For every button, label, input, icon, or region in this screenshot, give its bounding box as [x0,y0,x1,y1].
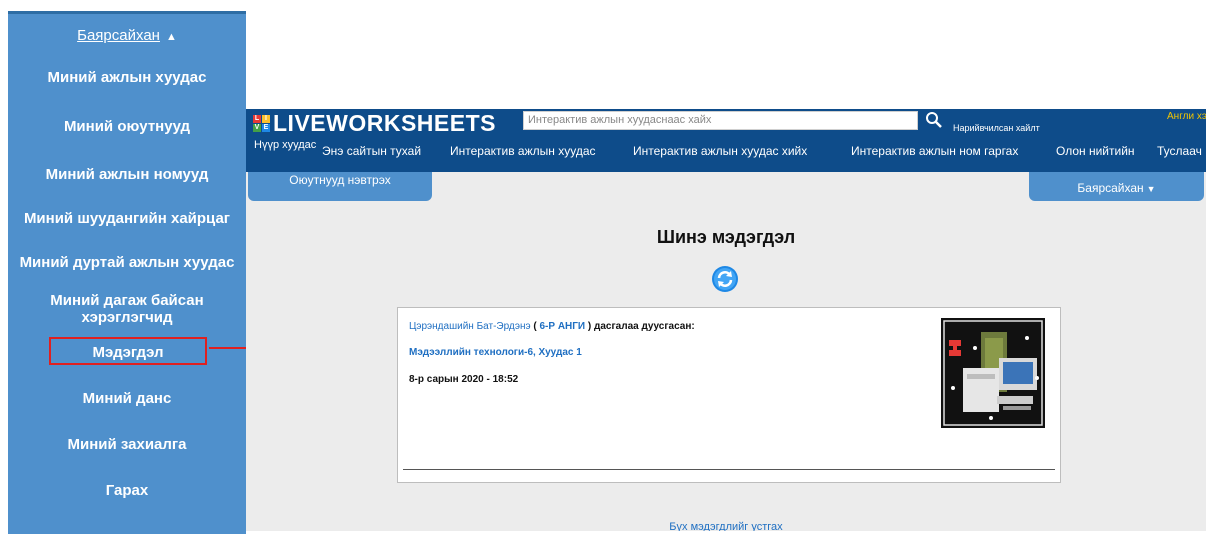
liveworksheets-page: L I V E LIVEWORKSHEETS Интерактив ажлын … [246,109,1206,531]
language-selector[interactable]: Англи хэл [1167,111,1206,122]
worksheet-thumbnail[interactable] [941,318,1045,428]
site-header: L I V E LIVEWORKSHEETS Интерактив ажлын … [246,109,1206,172]
menu-logout[interactable]: Гарах [8,482,246,499]
logo-text: LIVEWORKSHEETS [273,109,496,136]
user-tab-name: Баярсайхан [1077,181,1144,195]
nav-help[interactable]: Туслаач [1157,144,1202,158]
caret-up-icon: ▲ [165,31,177,43]
menu-my-workbooks[interactable]: Миний ажлын номууд [8,166,246,183]
nav-about[interactable]: Энэ сайтын тухай [322,144,421,158]
menu-favorite-worksheets[interactable]: Миний дуртай ажлын хуудас [8,254,246,271]
nav-make-worksheets[interactable]: Интерактив ажлын хуудас хийх [633,144,807,158]
nav-home[interactable]: Нүүр хуудас [254,140,316,151]
delete-all-notifications-link[interactable]: Бүх мэдэгдлийг устгах [246,521,1206,531]
menu-my-subscription[interactable]: Миний захиалга [8,436,246,453]
caret-down-icon: ▼ [1146,184,1156,194]
logo-letter: L [253,114,261,123]
students-login-tab[interactable]: Оюутнууд нэвтрэх [248,172,432,201]
menu-my-mailbox[interactable]: Миний шуудангийн хайрцаг [8,210,246,227]
notification-summary: Цэрэндашийн Бат-Эрдэнэ ( 6-Р АНГИ ) дасг… [409,321,695,332]
menu-my-account[interactable]: Миний данс [8,390,246,407]
worksheet-link[interactable]: Мэдээллийн технологи-6, Хуудас 1 [409,347,582,358]
page-title: Шинэ мэдэгдэл [656,227,796,247]
refresh-icon[interactable] [711,265,739,293]
menu-my-students[interactable]: Миний оюутнууд [8,118,246,135]
menu-my-worksheets[interactable]: Миний ажлын хуудас [8,69,246,86]
user-side-menu: Баярсайхан ▲ Миний ажлын хуудас Миний оюу… [8,11,246,534]
search-input[interactable]: Интерактив ажлын хуудаснаас хайх [523,111,918,130]
class-paren-close: ) [585,321,595,332]
advanced-search-link[interactable]: Нарийвчилсан хайлт [953,123,1040,133]
card-divider [403,469,1055,470]
user-dropdown-tab[interactable]: Баярсайхан ▼ [1029,172,1204,201]
user-name: Баярсайхан [77,27,160,44]
notification-card: Цэрэндашийн Бат-Эрдэнэ ( 6-Р АНГИ ) дасг… [397,307,1061,483]
class-name-link[interactable]: 6-Р АНГИ [539,321,585,332]
search-icon[interactable] [925,111,943,129]
menu-followed-users[interactable]: Миний дагаж байсан хэрэглэгчид [8,292,246,326]
nav-make-workbooks[interactable]: Интерактив ажлын ном гаргах [851,144,1018,158]
action-text: дасгалаа дуусгасан: [594,321,695,332]
menu-notifications[interactable]: Мэдэгдэл [49,337,207,365]
logo-mark-icon: L I V E [253,114,270,132]
logo-letter: I [262,114,270,123]
logo-letter: V [253,123,261,132]
site-logo[interactable]: L I V E LIVEWORKSHEETS [253,109,496,136]
nav-community[interactable]: Олон нийтийн [1056,144,1135,158]
user-menu-toggle[interactable]: Баярсайхан ▲ [8,27,246,44]
nav-interactive-worksheets[interactable]: Интерактив ажлын хуудас [450,144,596,158]
student-name-link[interactable]: Цэрэндашийн Бат-Эрдэнэ [409,321,531,332]
logo-letter: E [262,123,270,132]
notification-date: 8-р сарын 2020 - 18:52 [409,374,519,385]
